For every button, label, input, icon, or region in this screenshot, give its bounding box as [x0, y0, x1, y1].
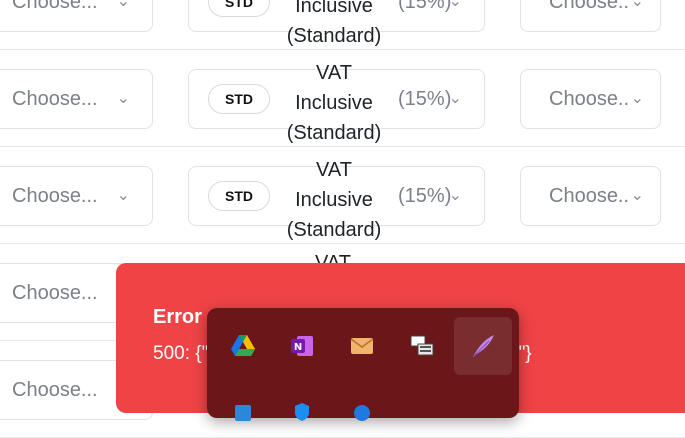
toast-title: Error: [153, 306, 202, 328]
select-placeholder: Choose...: [12, 0, 98, 13]
select-placeholder: Choose...: [12, 88, 98, 110]
chevron-down-icon: ⌄: [116, 90, 130, 107]
account-select[interactable]: Choose... ⌄: [0, 0, 153, 32]
google-drive-icon[interactable]: [219, 322, 267, 370]
tracking-select[interactable]: Choose.. ⌄: [520, 69, 661, 129]
tax-name: VAT Inclusive (Standard): [286, 62, 382, 144]
table-row: Choose... ⌄ STD VAT Inclusive (Standard)…: [0, 50, 685, 147]
account-select[interactable]: Choose... ⌄: [0, 166, 153, 226]
onenote-icon[interactable]: N: [278, 322, 326, 370]
tax-rate-select[interactable]: STD VAT Inclusive (Standard) (15%) ⌄: [188, 0, 485, 47]
select-placeholder: Choose..: [549, 88, 630, 110]
select-placeholder: Choose...: [12, 282, 98, 304]
account-select[interactable]: Choose... ⌄: [0, 69, 153, 129]
chevron-down-icon: ⌄: [116, 187, 130, 204]
tax-rate-value: (15%): [398, 0, 452, 13]
chevron-down-icon: ⌄: [116, 0, 130, 10]
app-icon[interactable]: [219, 386, 267, 434]
mail-icon[interactable]: [338, 322, 386, 370]
chevron-down-icon: ⌄: [630, 0, 644, 10]
feather-icon[interactable]: [454, 317, 512, 375]
select-placeholder: Choose...: [12, 185, 98, 207]
tax-code-badge: STD: [208, 181, 270, 211]
tax-rate-value: (15%): [398, 185, 452, 207]
select-placeholder: Choose..: [549, 0, 630, 13]
select-placeholder: Choose..: [549, 185, 630, 207]
tracking-select[interactable]: Choose.. ⌄: [520, 166, 661, 226]
chevron-down-icon: ⌄: [448, 187, 462, 204]
tax-code-badge: STD: [208, 84, 270, 114]
table-row: Choose... ⌄ STD VAT Inclusive (Standard)…: [0, 0, 685, 50]
tax-name: VAT Inclusive (Standard): [286, 159, 382, 241]
tax-rate-value: (15%): [398, 88, 452, 110]
chevron-down-icon: ⌄: [630, 187, 644, 204]
toast-message: 500: {": [153, 343, 209, 364]
bluetooth-icon[interactable]: [338, 386, 386, 434]
chevron-down-icon: ⌄: [448, 90, 462, 107]
svg-text:N: N: [294, 342, 302, 353]
chevron-down-icon: ⌄: [630, 90, 644, 107]
tax-rate-select[interactable]: STD VAT Inclusive (Standard) (15%) ⌄: [188, 159, 485, 241]
tracking-select[interactable]: Choose.. ⌄: [520, 0, 661, 32]
tax-rate-select[interactable]: STD VAT Inclusive (Standard) (15%) ⌄: [188, 62, 485, 144]
tax-name: VAT Inclusive (Standard): [286, 0, 382, 47]
table-row: Choose... ⌄ STD VAT Inclusive (Standard)…: [0, 147, 685, 244]
remote-desktop-icon[interactable]: [398, 322, 446, 370]
select-placeholder: Choose...: [12, 379, 98, 401]
shield-icon[interactable]: [278, 386, 326, 434]
chevron-down-icon: ⌄: [448, 0, 462, 10]
tax-code-badge: STD: [208, 0, 270, 17]
